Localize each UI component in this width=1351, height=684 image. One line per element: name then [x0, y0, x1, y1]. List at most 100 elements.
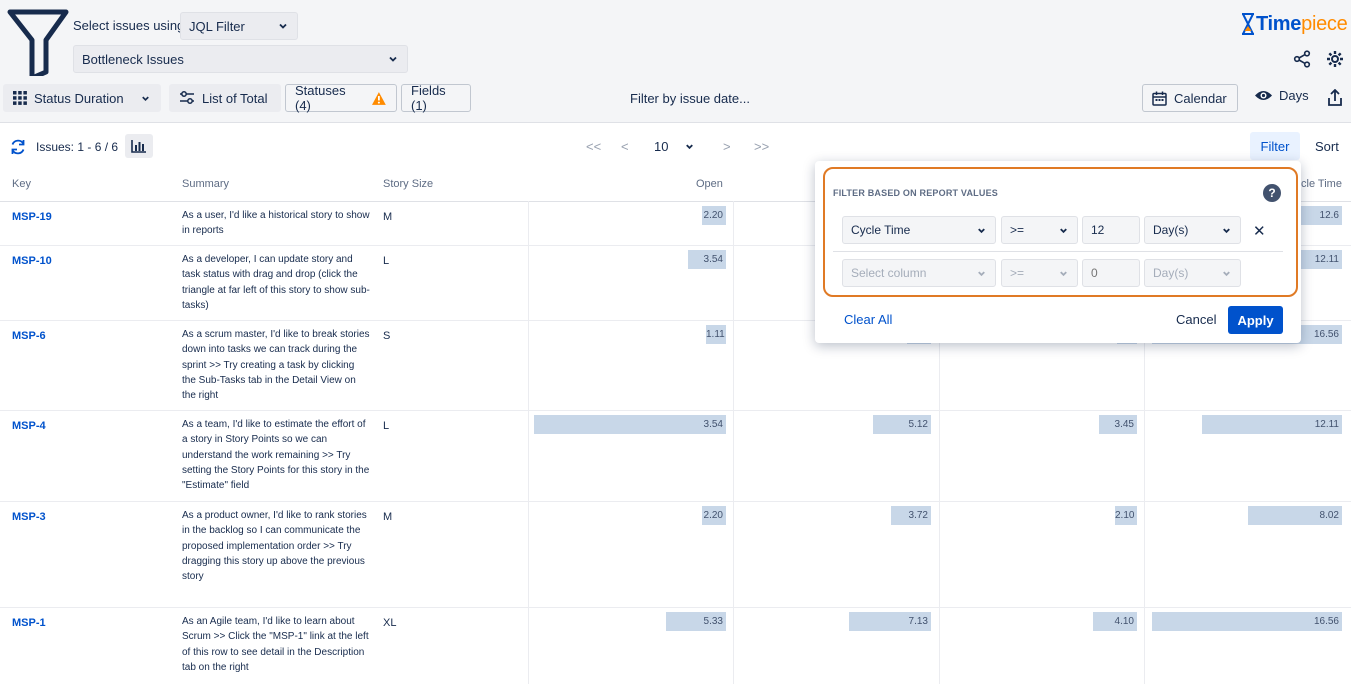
gear-icon — [1327, 51, 1343, 67]
grid-icon — [13, 91, 27, 105]
duration-bar: 4.10 — [1093, 612, 1137, 631]
issues-count: Issues: 1 - 6 / 6 — [36, 140, 119, 154]
page-size-value: 10 — [654, 139, 669, 154]
story-size: S — [383, 330, 391, 342]
issue-source-dropdown[interactable]: JQL Filter — [180, 12, 298, 40]
issue-summary: As a scrum master, I'd like to break sto… — [182, 329, 370, 402]
days-toggle[interactable]: Days — [1254, 88, 1309, 103]
column-divider — [528, 201, 529, 684]
new-filter-unit-value: Day(s) — [1153, 266, 1189, 280]
calendar-button[interactable]: Calendar — [1142, 84, 1238, 112]
funnel-icon — [7, 9, 69, 76]
share-icon — [1293, 50, 1311, 68]
clear-all-button[interactable]: Clear All — [844, 312, 892, 327]
column-header-summary[interactable]: Summary — [182, 178, 229, 190]
prev-page-button[interactable]: < — [621, 139, 629, 154]
duration-bar: 7.13 — [849, 612, 931, 631]
help-icon[interactable]: ? — [1263, 184, 1281, 202]
chevron-down-icon — [1223, 227, 1230, 233]
cancel-button[interactable]: Cancel — [1176, 312, 1216, 327]
apply-button[interactable]: Apply — [1228, 306, 1283, 334]
filter-row-divider — [833, 251, 1283, 252]
next-page-button[interactable]: > — [723, 139, 731, 154]
days-label: Days — [1279, 88, 1309, 103]
duration-bar: 2.20 — [702, 206, 726, 225]
filter-column-value: Cycle Time — [851, 223, 911, 237]
new-filter-unit-select[interactable]: Day(s) — [1144, 259, 1241, 287]
page-size-dropdown[interactable]: 10 — [654, 139, 695, 154]
settings-button[interactable] — [1324, 48, 1346, 70]
filter-unit-select[interactable]: Day(s) — [1144, 216, 1241, 244]
duration-bar: 5.12 — [873, 415, 931, 434]
filter-unit-value: Day(s) — [1153, 223, 1189, 237]
filter-column-select[interactable]: Cycle Time — [842, 216, 996, 244]
last-page-button[interactable]: >> — [754, 139, 769, 154]
new-filter-value-input[interactable] — [1082, 259, 1140, 287]
chevron-down-icon — [1060, 227, 1067, 233]
new-filter-operator-select[interactable]: >= — [1001, 259, 1078, 287]
story-size: M — [383, 211, 393, 223]
issue-key-link[interactable]: MSP-19 — [12, 211, 52, 223]
timepiece-logo: Timepiece — [1240, 12, 1348, 36]
issue-key-link[interactable]: MSP-4 — [12, 420, 46, 432]
story-size: L — [383, 420, 390, 432]
first-page-button[interactable]: << — [586, 139, 601, 154]
sort-tab[interactable]: Sort — [1315, 139, 1339, 154]
statuses-button[interactable]: Statuses (4) — [285, 83, 397, 113]
issue-summary: As a user, I'd like a historical story t… — [182, 210, 370, 237]
column-header-cycle-time[interactable]: cle Time — [1301, 178, 1342, 190]
export-button[interactable] — [1324, 87, 1346, 109]
row-divider — [0, 410, 1351, 411]
filter-by-date-link[interactable]: Filter by issue date... — [630, 91, 750, 106]
column-header-key[interactable]: Key — [12, 178, 31, 190]
refresh-icon[interactable] — [9, 138, 27, 156]
column-header-open[interactable]: Open — [696, 178, 723, 190]
issue-key-link[interactable]: MSP-10 — [12, 255, 52, 267]
chevron-down-icon — [1223, 270, 1230, 276]
warning-icon — [372, 91, 387, 105]
column-header-story-size[interactable]: Story Size — [383, 178, 433, 190]
chevron-down-icon — [279, 23, 287, 29]
saved-filter-dropdown[interactable]: Bottleneck Issues — [73, 45, 408, 73]
duration-bar: 5.33 — [666, 612, 726, 631]
fields-button[interactable]: Fields (1) — [401, 83, 471, 113]
story-size: M — [383, 511, 393, 523]
issue-summary: As a developer, I can update story and t… — [182, 254, 370, 311]
sliders-icon — [180, 91, 194, 104]
logo-name-bold: Time — [1256, 12, 1302, 35]
report-type-dropdown[interactable]: Status Duration — [3, 84, 161, 112]
row-divider — [0, 501, 1351, 502]
issue-summary: As an Agile team, I'd like to learn abou… — [182, 616, 369, 673]
logo-name-light: piece — [1301, 12, 1348, 35]
chevron-down-icon — [389, 56, 397, 62]
list-of-total-button[interactable]: List of Total — [169, 84, 281, 112]
filter-operator-select[interactable]: >= — [1001, 216, 1078, 244]
issue-summary: As a team, I'd like to estimate the effo… — [182, 419, 370, 492]
duration-bar: 12.6 — [1294, 206, 1342, 225]
issue-key-link[interactable]: MSP-6 — [12, 330, 46, 342]
share-button[interactable] — [1291, 48, 1313, 70]
issue-key-link[interactable]: MSP-1 — [12, 617, 46, 629]
remove-condition-button[interactable]: ✕ — [1253, 222, 1266, 240]
upload-icon — [1328, 89, 1342, 106]
new-filter-column-select[interactable]: Select column — [842, 259, 996, 287]
duration-bar: 12.11 — [1202, 415, 1342, 434]
filter-tab[interactable]: Filter — [1250, 132, 1300, 160]
duration-bar: 2.20 — [702, 506, 726, 525]
column-divider — [733, 201, 734, 684]
issue-key-link[interactable]: MSP-3 — [12, 511, 46, 523]
chevron-down-icon — [978, 270, 985, 276]
bar-chart-icon — [131, 140, 146, 153]
report-type-label: Status Duration — [34, 90, 124, 106]
chart-button[interactable] — [125, 134, 153, 158]
eye-icon — [1255, 91, 1272, 100]
duration-bar: 3.45 — [1099, 415, 1137, 434]
filter-value-input[interactable] — [1082, 216, 1140, 244]
new-filter-operator-value: >= — [1010, 266, 1025, 280]
list-of-total-label: List of Total — [202, 90, 268, 106]
filter-popup-title: FILTER BASED ON REPORT VALUES — [833, 188, 998, 198]
row-divider — [0, 607, 1351, 608]
new-filter-column-placeholder: Select column — [851, 266, 927, 280]
duration-bar: 3.72 — [891, 506, 931, 525]
duration-bar: 3.54 — [688, 250, 726, 269]
